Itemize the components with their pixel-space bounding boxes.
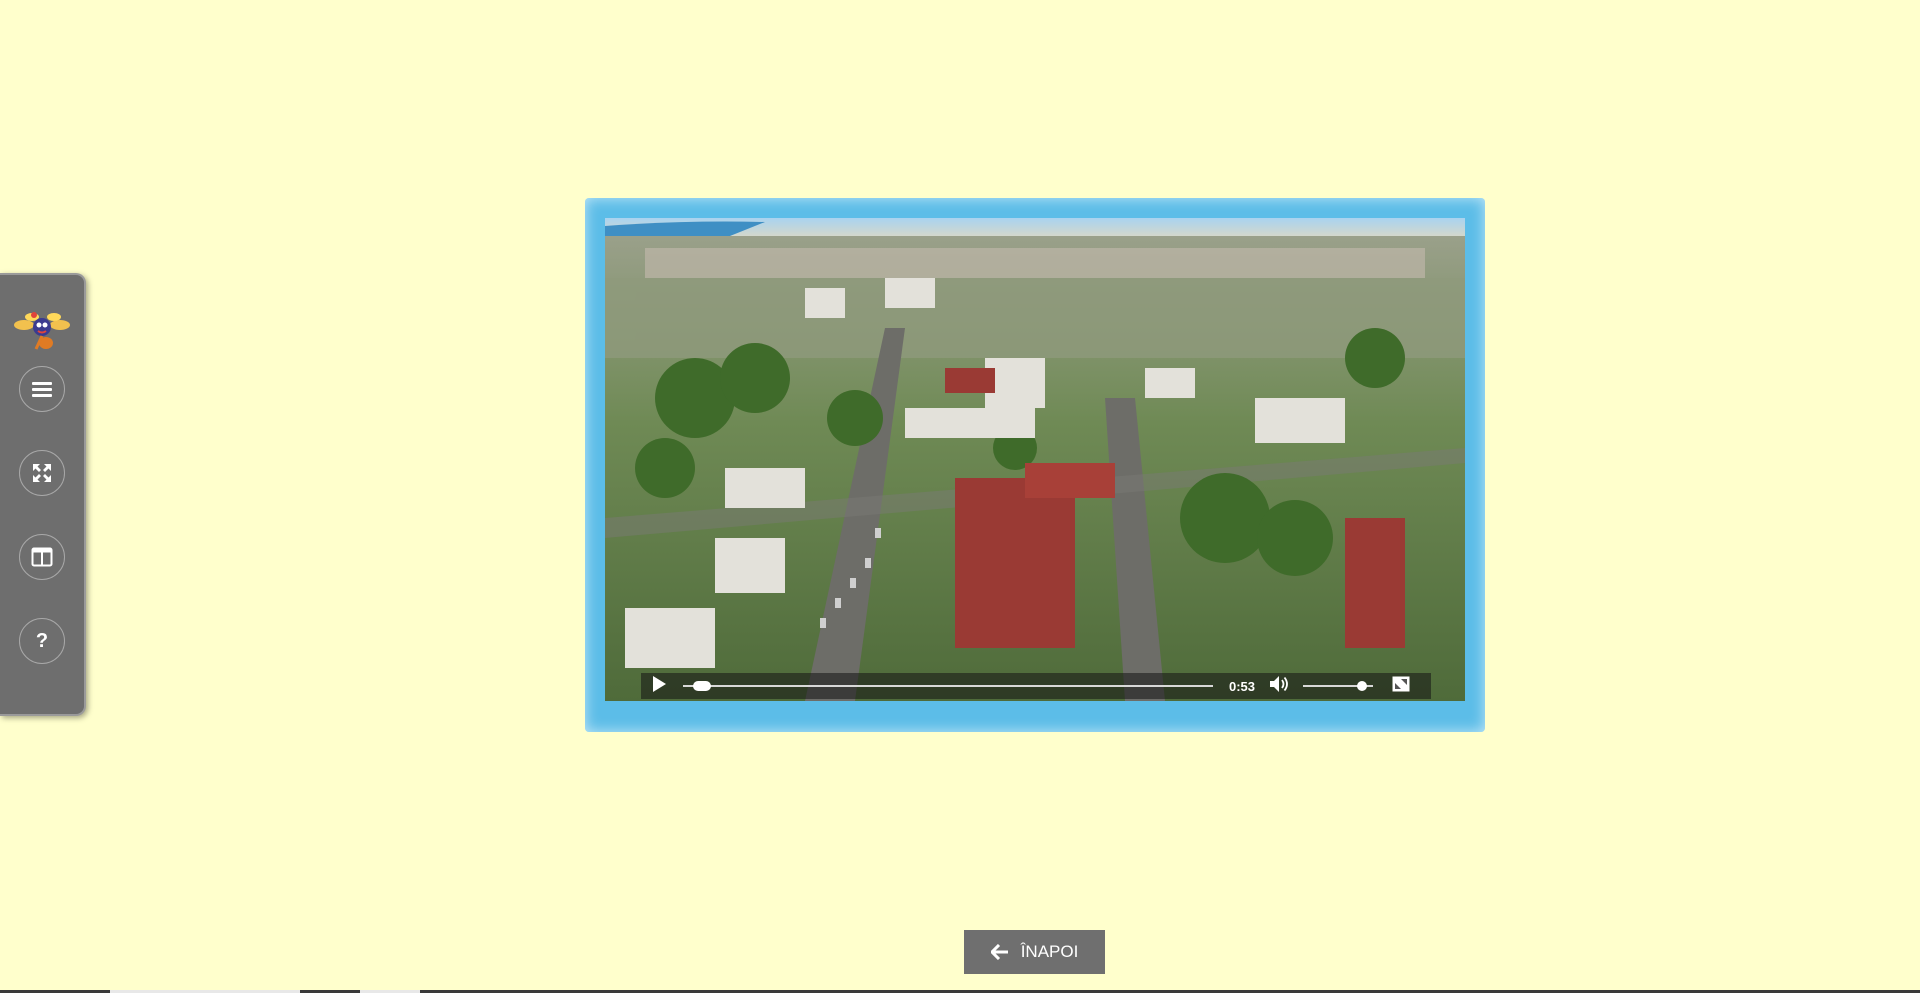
play-button[interactable] <box>641 673 677 699</box>
mute-button[interactable] <box>1265 673 1295 699</box>
back-button-label: ÎNAPOI <box>1020 942 1079 961</box>
progress-track <box>683 685 1213 687</box>
help-button[interactable]: ? <box>19 618 65 664</box>
fullscreen-icon <box>1392 676 1410 697</box>
sidebar: ? <box>0 273 86 716</box>
progress-bar[interactable] <box>683 673 1213 699</box>
layout-button[interactable] <box>19 534 65 580</box>
split-panel-icon <box>31 547 53 567</box>
volume-slider[interactable] <box>1303 673 1373 699</box>
video-frame: 0:53 <box>585 198 1485 732</box>
arrow-left-icon <box>990 944 1009 960</box>
question-icon: ? <box>35 629 49 652</box>
menu-button[interactable] <box>19 366 65 412</box>
bee-mascot-logo <box>10 305 74 357</box>
time-display: 0:53 <box>1228 678 1256 694</box>
hamburger-menu-icon <box>32 380 52 398</box>
progress-handle[interactable] <box>693 681 712 691</box>
video-fullscreen-button[interactable] <box>1381 673 1421 699</box>
back-button[interactable]: ÎNAPOI <box>964 930 1105 974</box>
play-icon <box>651 675 667 698</box>
expand-arrows-icon <box>32 463 52 483</box>
video-controls: 0:53 <box>641 673 1431 699</box>
speaker-icon <box>1269 675 1291 698</box>
video-player[interactable]: 0:53 <box>605 218 1465 701</box>
aerial-city-view <box>605 218 1465 701</box>
volume-handle[interactable] <box>1357 681 1367 691</box>
fullscreen-button[interactable] <box>19 450 65 496</box>
